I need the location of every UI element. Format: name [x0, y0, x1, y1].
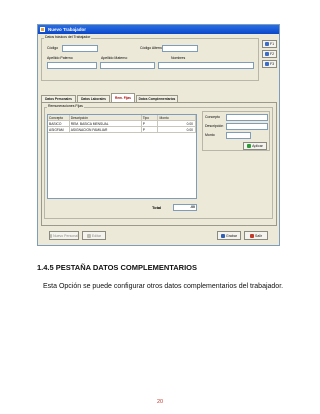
apellido-paterno-label: Apellido Paterno: [47, 56, 73, 60]
editar-button[interactable]: Editar: [82, 231, 106, 240]
side-button-2[interactable]: F2: [262, 50, 277, 58]
exit-icon: [249, 233, 254, 238]
app-icon: [40, 27, 45, 32]
total-field: .00: [173, 204, 197, 211]
employee-window: Nuevo Trabajador Datos básicos del Traba…: [37, 24, 280, 246]
tab-datos-personales[interactable]: Datos Personales: [41, 95, 76, 102]
page-number: 20: [156, 399, 164, 405]
codigo-field[interactable]: [62, 45, 98, 52]
apellido-materno-label: Apellido Materno: [101, 56, 128, 60]
descripcion-label: Descripción: [205, 124, 224, 128]
check-icon: [247, 144, 252, 148]
tab-rem-fijas[interactable]: Rem. Fijas: [111, 93, 135, 102]
concepto-label: Concepto: [205, 115, 220, 119]
save-icon: [221, 233, 226, 238]
apellido-materno-field[interactable]: [100, 62, 155, 69]
monto-field[interactable]: [226, 132, 251, 139]
tab-datos-laborales[interactable]: Datos Laborales: [77, 95, 110, 102]
edit-icon: [86, 233, 91, 238]
window-title: Nuevo Trabajador: [48, 27, 87, 32]
codigo-alterno-field[interactable]: [162, 45, 198, 52]
salir-button[interactable]: Salir: [244, 231, 268, 240]
nombres-label: Nombres: [171, 56, 186, 60]
descripcion-field[interactable]: [226, 123, 268, 130]
concepto-field[interactable]: [226, 114, 268, 121]
side-1-icon: [264, 42, 269, 46]
table-row[interactable]: ASIGFAM ASIGNACION FAMILIAR P 0.00: [48, 127, 196, 133]
side-3-icon: [264, 62, 269, 66]
window-titlebar: Nuevo Trabajador: [38, 25, 279, 34]
total-label: Total: [152, 205, 162, 210]
monto-label: Monto: [205, 133, 215, 137]
rem-fijas-group-title: Remuneraciones Fijas: [47, 104, 84, 109]
tab-datos-complementarios[interactable]: Datos Complementarios: [136, 95, 178, 102]
side-2-icon: [264, 52, 269, 56]
basic-data-group-title: Datos básicos del Trabajador: [44, 35, 92, 40]
nuevo-personal-button[interactable]: Nuevo Personal: [49, 231, 79, 240]
section-heading: 1.4.5 PESTAÑA DATOS COMPLEMENTARIOS: [37, 263, 198, 272]
side-button-3[interactable]: F3: [262, 60, 277, 68]
grabar-button[interactable]: Grabar: [217, 231, 241, 240]
new-icon: [50, 233, 53, 238]
remuneraciones-table[interactable]: Concepto Descripción Tipo Monto BASICO R…: [47, 114, 197, 199]
aplicar-button[interactable]: Aplicar: [243, 142, 267, 150]
codigo-label: Código: [47, 46, 59, 50]
side-button-1[interactable]: F1: [262, 40, 277, 48]
apellido-paterno-field[interactable]: [47, 62, 97, 69]
codigo-alterno-label: Código Alterno: [140, 46, 163, 50]
section-paragraph: Esta Opción se puede configurar otros da…: [43, 283, 284, 290]
nombres-field[interactable]: [158, 62, 254, 69]
